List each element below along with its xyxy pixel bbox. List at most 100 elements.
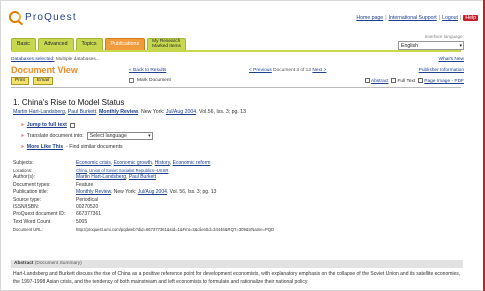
meta-row-wordcount: Text Word Count 5005 — [13, 218, 453, 225]
meta-label: ProQuest document ID: — [13, 211, 66, 218]
tab-topics[interactable]: Topics — [75, 38, 103, 51]
full-text-icon — [391, 78, 397, 83]
meta-label: Document URL: — [13, 226, 43, 232]
meta-label: Text Word Count — [13, 218, 51, 225]
article-title: 1. China's Rise to Model Status — [13, 98, 125, 107]
author-link[interactable]: Paul Burkett — [129, 174, 156, 180]
issue-date-link[interactable]: Jul/Aug 2004 — [166, 109, 196, 115]
more-like-this-suffix: - Find similar documents — [66, 144, 123, 150]
author-link[interactable]: Martin Hart-Landsberg — [76, 174, 126, 180]
format-fulltext[interactable]: Full Text — [391, 78, 415, 84]
meta-value: 667377361 — [76, 211, 102, 218]
page-image-pdf-link[interactable]: Page Image - PDF — [424, 79, 464, 84]
link-separator: | — [438, 15, 441, 21]
back-to-results-link[interactable]: « Back to Results — [129, 68, 166, 73]
interface-language-label: Interface language: — [424, 34, 464, 39]
home-page-link[interactable]: Home page — [356, 15, 383, 21]
more-like-this-link[interactable]: More Like This — [27, 144, 63, 150]
subject-link[interactable]: Economic reform — [173, 160, 211, 166]
tab-advanced[interactable]: Advanced — [37, 38, 74, 51]
metadata-table: Subjects: Economic crisis, Economic grow… — [13, 159, 453, 233]
publisher-information-link[interactable]: Publisher Information — [419, 68, 464, 73]
meta-value: 5005 — [76, 218, 88, 225]
citation-volume: . Vol.56, Iss. 3; pg. 13 — [196, 109, 247, 115]
meta-value: Feature — [76, 181, 94, 188]
meta-label: Source type: — [13, 196, 42, 203]
tab-my-research[interactable]: My Research Marked items — [147, 38, 186, 51]
email-button[interactable]: Email — [33, 77, 53, 85]
interface-language-value: English — [401, 43, 419, 49]
meta-label: Publication title: — [13, 189, 49, 196]
meta-value: China, Union of Soviet Socialist Republi… — [76, 167, 169, 173]
meta-label: ISSN/ISBN: — [13, 204, 40, 211]
location-link[interactable]: Union of Soviet Socialist Republics--USS… — [89, 168, 168, 173]
logo-text: ProQuest — [25, 11, 77, 23]
mark-document-label: Mark Document — [137, 78, 171, 83]
logout-link[interactable]: Logout — [442, 15, 458, 21]
jump-to-full-text-link[interactable]: Jump to full text — [27, 122, 67, 128]
search-tabs: Basic Advanced Topics Publications My Re… — [11, 38, 186, 51]
meta-label: Locations: — [13, 167, 33, 173]
help-button[interactable]: Help — [463, 15, 478, 21]
link-separator: | — [459, 15, 462, 21]
meta-value: Periodical — [76, 196, 98, 203]
location-link[interactable]: China — [76, 168, 87, 173]
subject-link[interactable]: Economic growth — [114, 160, 152, 166]
abstract-header: Abstract (Document Summary) — [11, 260, 463, 268]
proquest-logo-icon — [9, 11, 21, 23]
page-title: Document View — [11, 65, 78, 75]
pub-city: . New York: — [111, 189, 138, 196]
tab-basic[interactable]: Basic — [11, 38, 36, 51]
chevron-down-icon: ▾ — [148, 133, 151, 139]
document-position: Document 3 of 13 — [273, 68, 312, 73]
format-pageimage[interactable]: Page Image - PDF — [418, 78, 464, 84]
meta-row-url: Document URL: http://proquest.umi.com/pq… — [13, 226, 453, 233]
pdf-icon — [418, 78, 424, 83]
meta-value: Monthly Review. New York: Jul/Aug 2004. … — [76, 189, 216, 195]
abstract-icon — [364, 78, 370, 83]
translate-label: Translate document into: — [26, 133, 84, 139]
proquest-logo[interactable]: ProQuest — [9, 11, 77, 23]
abstract-link[interactable]: Abstract — [371, 79, 389, 84]
document-icon — [69, 122, 75, 128]
format-abstract[interactable]: Abstract — [364, 78, 389, 84]
journal-link[interactable]: Monthly Review — [99, 109, 138, 115]
subject-link[interactable]: History — [155, 160, 170, 166]
abstract-text: Hart-Landsberg and Burkett discuss the r… — [13, 271, 461, 285]
issue-date-link[interactable]: Jul/Aug 2004 — [138, 189, 167, 195]
meta-value: Economic crisis, Economic growth, Histor… — [76, 159, 211, 166]
author-link[interactable]: Paul Burkett — [68, 109, 96, 115]
publication-link[interactable]: Monthly Review — [76, 189, 111, 195]
jump-to-full-text: » Jump to full text — [21, 122, 76, 128]
print-button[interactable]: Print — [11, 77, 29, 85]
document-url[interactable]: http://proquest.umi.com/pqdweb?did=66737… — [76, 227, 274, 232]
tab-publications[interactable]: Publications — [104, 38, 146, 51]
subject-link[interactable]: Economic crisis — [76, 160, 111, 166]
meta-row-subjects: Subjects: Economic crisis, Economic grow… — [13, 159, 453, 166]
databases-selected-link[interactable]: Databases selected: — [11, 57, 54, 62]
interface-language-select[interactable]: English ▾ — [398, 41, 464, 50]
tab-underline — [11, 50, 461, 52]
abstract-label-suffix: (Document Summary) — [34, 261, 82, 266]
next-document-link[interactable]: Next > — [312, 68, 326, 73]
whats-new-link[interactable]: What's New — [439, 57, 464, 62]
translate-document: » Translate document into: Select langua… — [21, 132, 153, 140]
translate-language-value: Select language — [89, 133, 127, 139]
pub-volume: . Vol. 56, Iss. 3; pg. 13 — [166, 189, 217, 196]
meta-row-locations: Locations: China, Union of Soviet Social… — [13, 166, 453, 173]
previous-document-link[interactable]: < Previous — [249, 68, 272, 73]
full-text-link[interactable]: Full Text — [397, 79, 415, 84]
divider — [11, 87, 461, 88]
document-navigation: < Previous Document 3 of 13 Next > — [249, 68, 326, 73]
translate-language-select[interactable]: Select language ▾ — [86, 132, 153, 140]
double-arrow-icon: » — [21, 122, 24, 128]
meta-row-authors: Author(s): Martin Hart-Landsberg, Paul B… — [13, 174, 453, 181]
format-links: Abstract Full Text Page Image - PDF — [364, 78, 464, 84]
international-support-link[interactable]: International Support — [389, 15, 437, 21]
meta-row-doctype: Document types: Feature — [13, 181, 453, 188]
mark-document-checkbox[interactable] — [129, 78, 134, 83]
top-links: Home page | International Support | Logo… — [356, 15, 478, 21]
citation-line: Martin Hart-Landsberg, Paul Burkett. Mon… — [13, 109, 247, 115]
author-link[interactable]: Martin Hart-Landsberg — [13, 109, 65, 115]
meta-value: 00270520 — [76, 204, 99, 211]
